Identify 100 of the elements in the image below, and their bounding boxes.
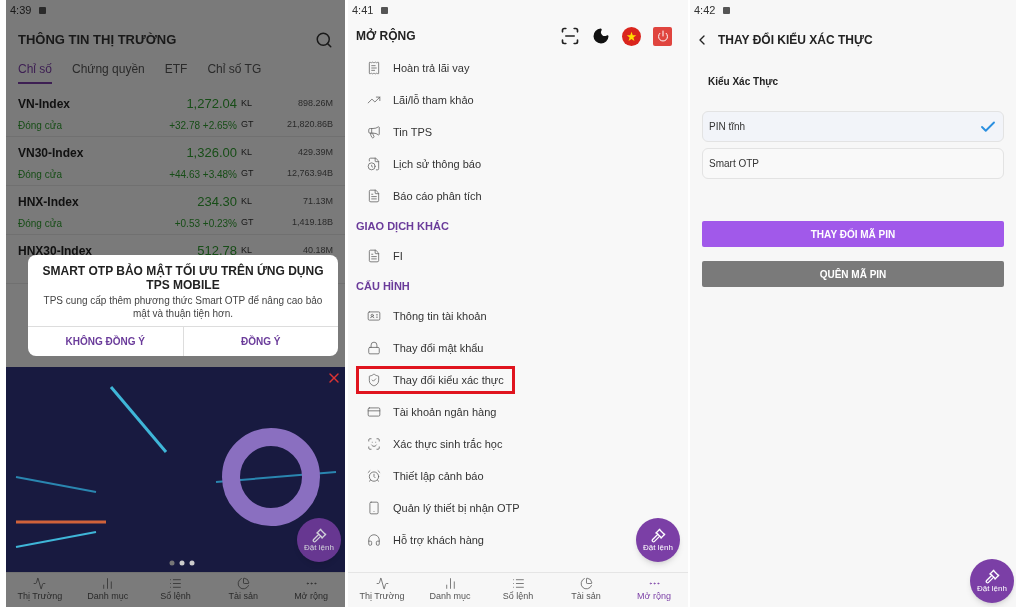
index-price: 1,272.04 <box>186 95 237 113</box>
notification-icon <box>723 6 731 14</box>
face-scan-icon <box>367 437 381 451</box>
pulse-icon <box>33 576 47 590</box>
volume-value: 71.13M <box>301 195 333 208</box>
volume-label: KL <box>240 195 253 208</box>
dialog-title: SMART OTP BẢO MẬT TỐI ƯU TRÊN ỨNG DỤNG TPS MOBILE <box>41 264 325 292</box>
menu-item[interactable]: Thay đổi mật khẩu <box>356 334 495 362</box>
menu-item[interactable]: FI <box>356 242 414 270</box>
value-label: GT <box>240 167 255 181</box>
gavel-icon <box>650 528 666 543</box>
change-pin-button[interactable]: THAY ĐỔI MÃ PIN <box>702 221 1004 247</box>
list-icon <box>169 576 182 590</box>
status-time: 4:42 <box>694 2 716 18</box>
index-change: +44.63 +3.48% <box>169 167 237 182</box>
pulse-icon <box>375 576 389 590</box>
section-title: CẤU HÌNH <box>355 278 411 294</box>
document-icon <box>367 249 381 263</box>
index-price: 512.78 <box>197 242 237 260</box>
place-order-button[interactable]: Đặt lệnh <box>970 559 1014 603</box>
document-icon <box>367 157 381 171</box>
document-icon <box>367 189 381 203</box>
field-label: Kiểu Xác Thực <box>707 75 780 89</box>
nav-tab[interactable]: Thị Trường <box>6 573 74 607</box>
bar-chart-icon <box>443 576 457 590</box>
nav-tab[interactable]: Sổ lệnh <box>141 573 210 607</box>
nav-tab[interactable]: Tài sản <box>209 573 278 607</box>
nav-tab[interactable]: Thị Trường <box>348 573 416 607</box>
card-icon <box>367 405 381 419</box>
index-status: Đóng cửa <box>18 118 63 133</box>
id-card-icon <box>367 309 381 323</box>
menu-item[interactable]: Tin TPS <box>356 118 444 146</box>
volume-label: KL <box>240 146 253 159</box>
vietnam-flag-icon[interactable] <box>622 26 641 46</box>
volume-label: KL <box>240 244 253 257</box>
nav-tab[interactable]: Mở rộng <box>620 573 688 607</box>
alarm-icon <box>367 469 381 483</box>
scan-icon[interactable] <box>560 26 580 46</box>
menu-item[interactable]: Thay đổi kiểu xác thực <box>356 366 515 394</box>
menu-item[interactable]: Quản lý thiết bị nhận OTP <box>356 494 531 522</box>
nav-tab[interactable]: Danh mục <box>73 573 142 607</box>
notification-icon <box>39 6 47 14</box>
index-status: Đóng cửa <box>18 167 63 182</box>
index-status: Đóng cửa <box>18 216 63 231</box>
screen-title: THÔNG TIN THỊ TRƯỜNG <box>18 31 177 50</box>
pie-chart-icon <box>579 576 593 590</box>
gavel-icon <box>984 569 1000 584</box>
dialog-message: TPS cung cấp thêm phương thức Smart OTP để nâng cao bảo mật và thuận tiện hơn. <box>42 294 324 320</box>
phone-icon <box>367 501 381 515</box>
dialog-button[interactable]: KHÔNG ĐỒNG Ý <box>28 327 183 356</box>
index-name: HNX-Index <box>18 193 80 211</box>
shield-check-icon <box>367 373 381 387</box>
menu-item[interactable]: Hỗ trợ khách hàng <box>356 526 495 554</box>
value-label: GT <box>240 216 255 230</box>
volume-label: KL <box>240 97 253 110</box>
value-label: GT <box>240 118 255 132</box>
nav-tab[interactable]: Tài sản <box>552 573 620 607</box>
index-name: VN-Index <box>18 95 71 113</box>
megaphone-icon <box>367 125 381 139</box>
bar-chart-icon <box>101 576 115 590</box>
menu-item[interactable]: Lịch sử thông báo <box>356 150 493 178</box>
nav-tab[interactable]: Danh mục <box>416 573 484 607</box>
volume-value: 898.26M <box>296 97 333 110</box>
auth-option[interactable]: Smart OTP <box>702 148 1004 179</box>
volume-value: 429.39M <box>296 146 333 159</box>
pie-chart-icon <box>236 576 250 590</box>
forgot-pin-button[interactable]: QUÊN MÃ PIN <box>702 261 1004 287</box>
carousel-dots-icon <box>169 560 195 566</box>
dialog-button[interactable]: ĐỒNG Ý <box>182 327 338 356</box>
lock-icon <box>367 341 381 355</box>
index-change: +0.53 +0.23% <box>174 216 237 231</box>
menu-item[interactable]: Hoàn trả lãi vay <box>356 54 481 82</box>
menu-item[interactable]: Báo cáo phân tích <box>356 182 493 210</box>
menu-item[interactable]: Lãi/lỗ tham khảo <box>356 86 485 114</box>
menu-item[interactable]: Thông tin tài khoản <box>356 302 498 330</box>
screen-title: MỞ RỘNG <box>356 27 416 45</box>
trade-value: 1,419.18B <box>290 216 333 230</box>
trade-value: 12,763.94B <box>285 167 333 181</box>
power-button[interactable] <box>653 26 672 46</box>
auth-option[interactable]: PIN tĩnh <box>702 111 1004 142</box>
nav-tab[interactable]: Mở rộng <box>277 573 345 607</box>
index-name: HNX30-Index <box>18 242 94 260</box>
moon-icon[interactable] <box>592 27 610 45</box>
volume-value: 40.18M <box>301 244 333 257</box>
index-price: 234.30 <box>197 193 237 211</box>
index-change: +32.78 +2.65% <box>169 118 237 133</box>
place-order-button[interactable]: Đặt lệnh <box>636 518 680 562</box>
menu-item[interactable]: Thiết lập cảnh báo <box>356 462 495 490</box>
list-icon <box>511 576 525 590</box>
section-title: GIAO DỊCH KHÁC <box>355 218 450 235</box>
menu-item[interactable]: Xác thực sinh trắc học <box>356 430 514 458</box>
nav-tab[interactable]: Sổ lệnh <box>484 573 552 607</box>
power-icon <box>656 30 669 42</box>
status-time: 4:41 <box>352 2 374 18</box>
gavel-icon <box>311 528 327 543</box>
status-time: 4:39 <box>10 2 32 18</box>
screen-title: THAY ĐỔI KIỂU XÁC THỰC <box>718 31 873 49</box>
search-icon[interactable] <box>315 31 333 49</box>
menu-item[interactable]: Tài khoản ngân hàng <box>356 398 508 426</box>
receipt-icon <box>367 61 381 75</box>
